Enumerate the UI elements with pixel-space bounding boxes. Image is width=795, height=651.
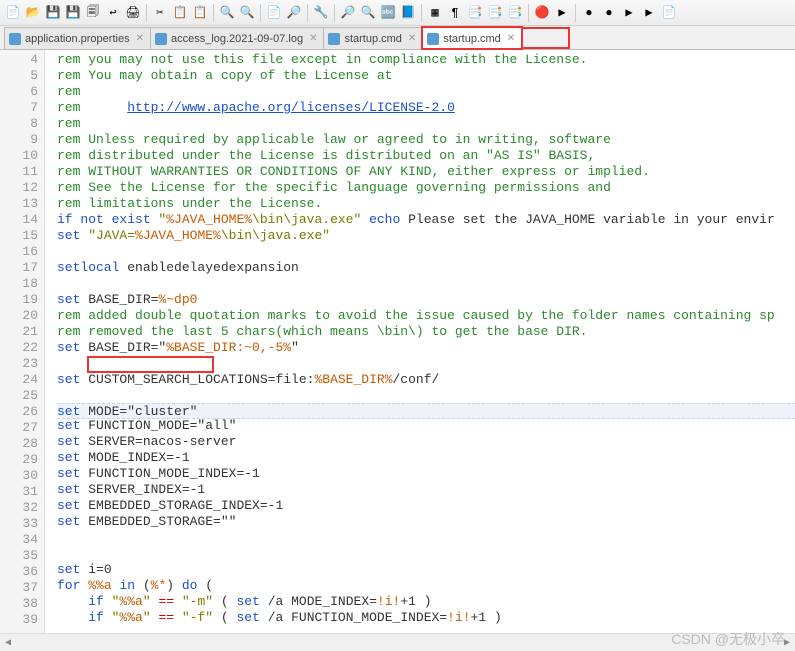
code-line[interactable]: set BASE_DIR=%~dp0: [57, 292, 795, 308]
code-line[interactable]: rem removed the last 5 chars(which means…: [57, 324, 795, 340]
code-line[interactable]: [57, 530, 795, 546]
code-line[interactable]: set FUNCTION_MODE_INDEX=-1: [57, 466, 795, 482]
toolbar-button[interactable]: 🔴: [533, 4, 551, 22]
code-line[interactable]: [57, 244, 795, 260]
code-line[interactable]: set EMBEDDED_STORAGE="": [57, 514, 795, 530]
code-line[interactable]: [57, 546, 795, 562]
code-line[interactable]: rem http://www.apache.org/licenses/LICEN…: [57, 100, 795, 116]
editor-tabs: application.properties✕access_log.2021-0…: [0, 26, 795, 50]
toolbar-button[interactable]: 📋: [171, 4, 189, 22]
code-line[interactable]: rem distributed under the License is dis…: [57, 148, 795, 164]
code-line[interactable]: if not exist "%JAVA_HOME%\bin\java.exe" …: [57, 212, 795, 228]
code-line[interactable]: rem: [57, 84, 795, 100]
toolbar-button[interactable]: 🔎: [339, 4, 357, 22]
toolbar-button[interactable]: 🔍: [359, 4, 377, 22]
scroll-right-icon[interactable]: ▶: [779, 635, 795, 651]
toolbar-button[interactable]: ▶: [620, 4, 638, 22]
code-line[interactable]: set i=0: [57, 562, 795, 578]
toolbar-button[interactable]: ●: [580, 4, 598, 22]
code-line[interactable]: if "%%a" == "-m" ( set /a MODE_INDEX=!i!…: [57, 594, 795, 610]
code-line[interactable]: rem See the License for the specific lan…: [57, 180, 795, 196]
code-line[interactable]: rem added double quotation marks to avoi…: [57, 308, 795, 324]
toolbar-button[interactable]: ▶: [553, 4, 571, 22]
toolbar-button[interactable]: 🔍: [218, 4, 236, 22]
code-line[interactable]: setlocal enabledelayedexpansion: [57, 260, 795, 276]
editor-area: 4567891011121314151617181920212223242526…: [0, 50, 795, 633]
toolbar-button[interactable]: 💾: [64, 4, 82, 22]
code-line[interactable]: [57, 276, 795, 292]
editor-tab[interactable]: application.properties ✕: [4, 27, 151, 49]
code-line[interactable]: rem WITHOUT WARRANTIES OR CONDITIONS OF …: [57, 164, 795, 180]
code-line[interactable]: set "JAVA=%JAVA_HOME%\bin\java.exe": [57, 228, 795, 244]
toolbar-button[interactable]: ▶: [640, 4, 658, 22]
code-line[interactable]: set BASE_DIR="%BASE_DIR:~0,-5%": [57, 340, 795, 356]
tab-label: access_log.2021-09-07.log: [171, 33, 303, 45]
toolbar-button[interactable]: 📄: [4, 4, 22, 22]
code-line[interactable]: for %%a in (%*) do (: [57, 578, 795, 594]
code-line[interactable]: rem limitations under the License.: [57, 196, 795, 212]
editor-tab[interactable]: startup.cmd ✕: [323, 27, 423, 49]
toolbar-button[interactable]: 📄: [660, 4, 678, 22]
toolbar-button[interactable]: 📘: [399, 4, 417, 22]
toolbar-button[interactable]: ↩: [104, 4, 122, 22]
code-line[interactable]: rem you may not use this file except in …: [57, 52, 795, 68]
close-icon[interactable]: ✕: [507, 33, 515, 44]
code-line[interactable]: if "%%a" == "-f" ( set /a FUNCTION_MODE_…: [57, 610, 795, 626]
code-line[interactable]: [57, 356, 795, 372]
toolbar-button[interactable]: 🔧: [312, 4, 330, 22]
toolbar-button[interactable]: 📄: [265, 4, 283, 22]
toolbar-button[interactable]: 🗐: [84, 4, 102, 22]
toolbar-button[interactable]: 🔍: [238, 4, 256, 22]
code-line[interactable]: set MODE="cluster": [57, 403, 795, 419]
tab-label: startup.cmd: [344, 33, 401, 45]
tab-label: startup.cmd: [443, 33, 500, 45]
code-line[interactable]: rem You may obtain a copy of the License…: [57, 68, 795, 84]
toolbar-button[interactable]: ▦: [426, 4, 444, 22]
toolbar-button[interactable]: 📋: [191, 4, 209, 22]
toolbar-button[interactable]: 📑: [506, 4, 524, 22]
toolbar-button[interactable]: 🖨: [124, 4, 142, 22]
code-line[interactable]: rem: [57, 116, 795, 132]
code-line[interactable]: set SERVER=nacos-server: [57, 434, 795, 450]
code-line[interactable]: set EMBEDDED_STORAGE_INDEX=-1: [57, 498, 795, 514]
code-line[interactable]: [57, 388, 795, 404]
code-line[interactable]: set CUSTOM_SEARCH_LOCATIONS=file:%BASE_D…: [57, 372, 795, 388]
close-icon[interactable]: ✕: [309, 33, 317, 44]
main-toolbar: 📄📂💾💾🗐↩🖨✂📋📋🔍🔍📄🔎🔧🔎🔍🔤📘▦¶📑📑📑🔴▶●●▶▶📄: [0, 0, 795, 26]
line-gutter: 4567891011121314151617181920212223242526…: [0, 50, 45, 633]
toolbar-button[interactable]: 🔤: [379, 4, 397, 22]
code-line[interactable]: rem Unless required by applicable law or…: [57, 132, 795, 148]
scroll-track[interactable]: [16, 636, 779, 650]
close-icon[interactable]: ✕: [408, 33, 416, 44]
toolbar-button[interactable]: 📂: [24, 4, 42, 22]
hscrollbar[interactable]: ◀ ▶: [0, 633, 795, 651]
toolbar-button[interactable]: ✂: [151, 4, 169, 22]
toolbar-button[interactable]: 📑: [466, 4, 484, 22]
code-content[interactable]: rem you may not use this file except in …: [45, 50, 795, 633]
toolbar-button[interactable]: 📑: [486, 4, 504, 22]
code-line[interactable]: set FUNCTION_MODE="all": [57, 418, 795, 434]
toolbar-button[interactable]: 🔎: [285, 4, 303, 22]
code-line[interactable]: set SERVER_INDEX=-1: [57, 482, 795, 498]
editor-tab[interactable]: access_log.2021-09-07.log ✕: [150, 27, 324, 49]
editor-tab[interactable]: startup.cmd ✕: [422, 27, 522, 49]
close-icon[interactable]: ✕: [136, 33, 144, 44]
toolbar-button[interactable]: ●: [600, 4, 618, 22]
tab-label: application.properties: [25, 33, 130, 45]
scroll-left-icon[interactable]: ◀: [0, 635, 16, 651]
toolbar-button[interactable]: 💾: [44, 4, 62, 22]
toolbar-button[interactable]: ¶: [446, 4, 464, 22]
code-line[interactable]: set MODE_INDEX=-1: [57, 450, 795, 466]
